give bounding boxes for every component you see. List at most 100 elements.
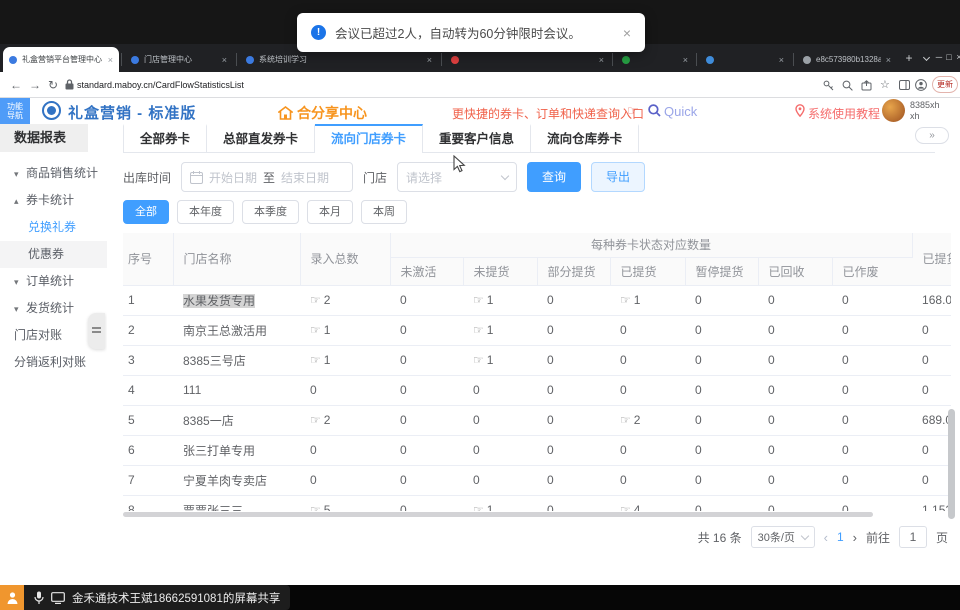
sidebar-item[interactable]: ▾订单统计 [0,268,107,295]
tab-close-icon[interactable]: × [886,55,891,65]
value-cell[interactable]: ☞1 [463,285,537,315]
page-tab[interactable]: 流向仓库券卡 [531,124,639,153]
page-tab[interactable]: 总部直发券卡 [207,124,315,153]
current-page[interactable]: 1 [837,530,844,544]
toast-close-icon[interactable]: × [623,25,631,41]
sidebar-title: 数据报表 [0,124,88,152]
goto-page-input[interactable]: 1 [899,526,927,548]
value-cell[interactable]: ☞1 [463,495,537,511]
address-bar[interactable]: standard.maboy.cn/CardFlowStatisticsList [77,72,244,98]
expand-tabs-button[interactable]: » [915,127,949,144]
browser-tab[interactable]: 礼盒营销平台管理中心× [3,47,119,72]
microphone-icon[interactable] [34,591,44,605]
window-close-button[interactable]: × [952,48,960,66]
store-name-cell: 111 [173,375,300,405]
value-cell: 0 [537,375,610,405]
share-center-link[interactable]: 合分享中心 [278,103,367,123]
search-button[interactable]: 查询 [527,162,581,192]
user-avatar[interactable] [882,99,905,122]
value-cell[interactable]: ☞1 [300,345,390,375]
table-horizontal-scrollbar[interactable] [123,512,935,518]
range-filter-button[interactable]: 本月 [307,200,353,224]
screen-share-icon[interactable] [51,592,65,604]
tutorial-link[interactable]: 系统使用教程 [808,105,880,122]
range-filter-button[interactable]: 本季度 [242,200,299,224]
page-tab[interactable]: 流向门店券卡 [315,124,423,153]
side-panel-icon[interactable] [899,80,910,90]
tab-close-icon[interactable]: × [683,55,688,65]
key-icon[interactable] [823,80,834,91]
range-filter-button[interactable]: 全部 [123,200,169,224]
bookmark-star-icon[interactable]: ☆ [880,72,890,98]
tab-close-icon[interactable]: × [427,55,432,65]
range-filter-button[interactable]: 本年度 [177,200,234,224]
hand-link-icon: ☞ [310,293,321,307]
chevron-down-icon [800,531,808,539]
page-tab[interactable]: 重要客户信息 [423,124,531,153]
page-size-select[interactable]: 30条/页 [751,526,815,548]
tab-title: e8c573980b1328a258fd2e6f8 [816,55,881,64]
value-cell: 168.0 [912,285,951,315]
forward-icon[interactable]: → [29,72,41,98]
tab-close-icon[interactable]: × [222,55,227,65]
person-icon [6,591,19,604]
start-date-placeholder[interactable]: 开始日期 [209,169,257,186]
sidebar-item[interactable]: 优惠券 [0,241,107,268]
page-tab[interactable]: 全部券卡 [123,124,207,153]
sidebar-item-label: 优惠券 [28,247,64,261]
sidebar-item[interactable]: 分销返利对账 [0,349,107,376]
tab-close-icon[interactable]: × [599,55,604,65]
sidebar: 数据报表 ▾商品销售统计▴券卡统计兑换礼券优惠券▾订单统计▾发货统计门店对账分销… [0,124,107,585]
value-cell: 0 [758,435,832,465]
share-icon[interactable] [861,80,872,91]
back-icon[interactable]: ← [10,72,22,98]
sidebar-item[interactable]: ▾商品销售统计 [0,160,107,187]
end-date-placeholder[interactable]: 结束日期 [281,169,329,186]
sidebar-item[interactable]: ▴券卡统计 [0,187,107,214]
next-page-button[interactable]: › [853,530,857,545]
row-index-cell: 5 [123,405,173,435]
reload-icon[interactable]: ↻ [48,72,58,98]
value-cell: 0 [610,435,685,465]
export-button[interactable]: 导出 [591,162,645,192]
tabstrip-menu-chevron-icon[interactable] [919,48,933,66]
value-cell[interactable]: ☞5 [300,495,390,511]
prev-page-button[interactable]: ‹ [824,530,828,545]
value-cell[interactable]: ☞1 [463,315,537,345]
chrome-update-button[interactable]: 更新 [932,76,958,93]
column-header: 已提货金额 [912,233,951,285]
zoom-icon[interactable] [842,80,853,91]
value-cell: 0 [300,435,390,465]
sidebar-item[interactable]: 兑换礼券 [0,214,107,241]
date-separator: 至 [263,169,275,186]
browser-tab[interactable]: 门店管理中心× [125,47,233,72]
quick-label[interactable]: Quick [664,104,697,119]
caret-icon: ▴ [14,188,26,215]
value-cell[interactable]: ☞2 [610,405,685,435]
tab-favicon [803,56,811,64]
filter-bar: 出库时间 开始日期 至 结束日期 门店 请选择 查询 导出 [123,162,645,192]
value-cell[interactable]: ☞2 [300,405,390,435]
value-cell[interactable]: ☞1 [463,345,537,375]
page-vertical-scrollbar[interactable] [948,409,955,519]
tab-close-icon[interactable]: × [779,55,784,65]
profile-icon[interactable] [915,79,927,91]
value-cell: 0 [685,345,758,375]
value-cell: 0 [463,405,537,435]
tab-close-icon[interactable]: × [108,55,113,65]
date-range-input[interactable]: 开始日期 至 结束日期 [181,162,353,192]
sidebar-item-label: 发货统计 [26,301,74,315]
value-cell[interactable]: ☞1 [300,315,390,345]
range-filter-button[interactable]: 本周 [361,200,407,224]
quick-search-icon[interactable] [648,104,661,117]
sidebar-collapse-handle[interactable] [88,313,105,349]
function-nav-button[interactable]: 功能 导航 [0,98,30,124]
value-cell[interactable]: ☞2 [300,285,390,315]
browser-tab[interactable]: × [700,47,790,72]
tab-favicon [706,56,714,64]
new-tab-button[interactable]: + [901,50,917,66]
value-cell[interactable]: ☞1 [610,285,685,315]
value-cell: 0 [758,495,832,511]
value-cell[interactable]: ☞4 [610,495,685,511]
browser-tab[interactable]: e8c573980b1328a258fd2e6f8 × [797,47,897,72]
